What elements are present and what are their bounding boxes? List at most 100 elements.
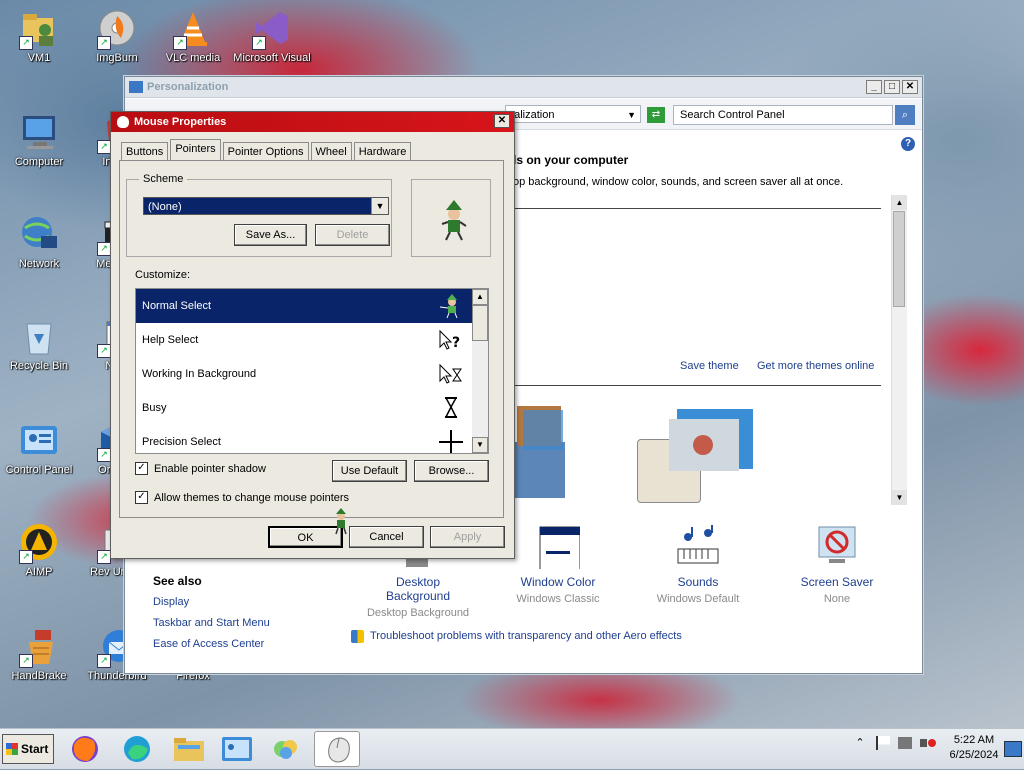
control-panel-icon: [21, 426, 57, 454]
enable-pointer-shadow-checkbox[interactable]: ✓ Enable pointer shadow: [135, 462, 266, 475]
taskbar-clock[interactable]: 5:22 AM 6/25/2024: [944, 733, 1004, 763]
scroll-up-arrow-icon[interactable]: ▲: [892, 195, 907, 210]
tab-wheel[interactable]: Wheel: [310, 142, 352, 160]
tab-pointer-options[interactable]: Pointer Options: [222, 142, 309, 160]
start-button[interactable]: Start: [2, 734, 54, 764]
show-desktop-icon[interactable]: [1004, 741, 1022, 757]
taskbar-edge[interactable]: [114, 731, 160, 767]
address-field[interactable]: nalization ▼: [505, 105, 641, 123]
cancel-button[interactable]: Cancel: [349, 526, 424, 548]
sounds-item[interactable]: Sounds Windows Default: [643, 525, 753, 605]
mouse-properties-titlebar[interactable]: Mouse Properties ✕: [111, 112, 514, 132]
desktop-icon-label: VM1: [27, 52, 51, 64]
list-item-normal-select[interactable]: Normal Select: [136, 289, 472, 323]
dialog-title: Mouse Properties: [134, 116, 227, 128]
computer-icon: [23, 116, 55, 149]
save-as-button[interactable]: Save As...: [234, 224, 307, 246]
screen-saver-item[interactable]: Screen Saver None: [782, 525, 892, 605]
taskbar-firefox[interactable]: [62, 731, 108, 767]
window-color-value: Windows Classic: [516, 593, 600, 605]
shortcut-arrow-icon: ↗: [97, 36, 111, 50]
themes-scrollbar[interactable]: ▲ ▼: [891, 195, 907, 505]
pointer-list-scrollbar[interactable]: ▲ ▼: [472, 289, 488, 453]
chevron-up-icon[interactable]: ⌃: [852, 735, 868, 751]
desktop-icon-label: Microsoft Visual: [233, 52, 311, 64]
use-default-button[interactable]: Use Default: [332, 460, 407, 482]
pointer-name: Help Select: [142, 334, 199, 346]
scheme-select[interactable]: (None) ▼: [143, 197, 389, 215]
ease-of-access-link[interactable]: Ease of Access Center: [153, 638, 264, 650]
shield-icon: [351, 630, 364, 643]
minimize-button[interactable]: _: [866, 80, 882, 94]
help-icon[interactable]: ?: [901, 137, 915, 151]
shortcut-arrow-icon: ↗: [97, 550, 111, 564]
apply-button[interactable]: Apply: [430, 526, 505, 548]
recycle-bin-icon: [26, 323, 52, 355]
list-item-busy[interactable]: Busy: [136, 391, 472, 425]
desktop-icon-aimp[interactable]: ↗ AIMP: [2, 522, 76, 578]
save-theme-link[interactable]: Save theme: [680, 360, 739, 372]
get-more-themes-link[interactable]: Get more themes online: [757, 360, 874, 372]
scroll-down-arrow-icon[interactable]: ▼: [472, 437, 488, 453]
desktop-icon-handbrake[interactable]: ↗ HandBrake: [2, 626, 76, 682]
personalization-titlebar[interactable]: Personalization _ □ ✕: [125, 77, 922, 98]
folder-icon: [174, 738, 204, 761]
desktop-icon-recycle-bin[interactable]: Recycle Bin: [2, 316, 76, 372]
screen-saver-icon: [818, 526, 856, 563]
taskbar-start-menu-link[interactable]: Taskbar and Start Menu: [153, 617, 270, 629]
refresh-icon[interactable]: ⇄: [647, 107, 665, 123]
scroll-down-arrow-icon[interactable]: ▼: [892, 490, 907, 505]
scroll-thumb[interactable]: [472, 305, 488, 341]
taskbar-explorer[interactable]: [166, 731, 212, 767]
browse-button[interactable]: Browse...: [414, 460, 489, 482]
list-item-working-in-background[interactable]: Working In Background: [136, 357, 472, 391]
mouse-icon: [328, 737, 350, 763]
maximize-button[interactable]: □: [884, 80, 900, 94]
desktop-icon-network[interactable]: Network: [2, 214, 76, 270]
scroll-up-arrow-icon[interactable]: ▲: [472, 289, 488, 305]
close-button[interactable]: ✕: [902, 80, 918, 94]
desktop-icon-computer[interactable]: Computer: [2, 112, 76, 168]
tab-buttons[interactable]: Buttons: [121, 142, 169, 160]
desktop-icon-imgburn[interactable]: ↗ ImgBurn: [80, 8, 154, 64]
allow-themes-checkbox[interactable]: ✓ Allow themes to change mouse pointers: [135, 491, 349, 504]
tab-hardware[interactable]: Hardware: [353, 142, 412, 160]
desktop-icon-microsoft-visual[interactable]: ↗ Microsoft Visual: [232, 8, 312, 64]
taskbar-personalization[interactable]: [264, 731, 310, 767]
pointer-preview: [411, 179, 491, 257]
desktop-icon-vlc[interactable]: ↗ VLC media: [156, 8, 230, 64]
list-item-help-select[interactable]: Help Select ?: [136, 323, 472, 357]
network-icon[interactable]: [898, 737, 912, 749]
troubleshoot-link[interactable]: Troubleshoot problems with transparency …: [370, 630, 682, 642]
shortcut-arrow-icon: ↗: [252, 36, 266, 50]
scroll-thumb[interactable]: [893, 211, 905, 307]
display-link[interactable]: Display: [153, 596, 189, 608]
start-label: Start: [21, 742, 49, 756]
delete-button[interactable]: Delete: [315, 224, 390, 246]
tab-pointers[interactable]: Pointers: [170, 139, 221, 160]
action-center-flag-icon[interactable]: [876, 736, 890, 750]
desktop-icon-control-panel[interactable]: Control Panel: [2, 420, 76, 476]
search-input[interactable]: Search Control Panel: [673, 105, 893, 125]
chevron-down-icon[interactable]: ▼: [371, 198, 388, 214]
elf-cursor-icon: [441, 200, 467, 241]
chevron-down-icon[interactable]: ▼: [627, 106, 636, 124]
window-color-link[interactable]: Window Color: [503, 575, 613, 589]
shortcut-arrow-icon: ↗: [97, 448, 111, 462]
volume-muted-icon[interactable]: [920, 735, 936, 751]
screen-saver-link[interactable]: Screen Saver: [782, 575, 892, 589]
scheme-label: Scheme: [139, 173, 188, 185]
mouse-properties-dialog: Mouse Properties ✕ Buttons Pointers Poin…: [110, 111, 515, 559]
close-button[interactable]: ✕: [494, 114, 510, 128]
taskbar-control-panel[interactable]: [214, 731, 260, 767]
theme-thumbnail[interactable]: [513, 402, 565, 502]
sounds-link[interactable]: Sounds: [643, 575, 753, 589]
desktop-background-link[interactable]: Desktop Background: [363, 575, 473, 603]
list-item-precision-select[interactable]: Precision Select: [136, 425, 472, 453]
desktop-icon-vm1[interactable]: ↗ VM1: [2, 8, 76, 64]
help-cursor-icon: ?: [439, 329, 460, 351]
taskbar-mouse-properties[interactable]: [314, 731, 360, 767]
search-icon[interactable]: ⌕: [895, 105, 915, 125]
pointer-list[interactable]: Normal Select Help Select ? Working In B…: [135, 288, 489, 454]
window-color-item[interactable]: Window Color Windows Classic: [503, 525, 613, 605]
